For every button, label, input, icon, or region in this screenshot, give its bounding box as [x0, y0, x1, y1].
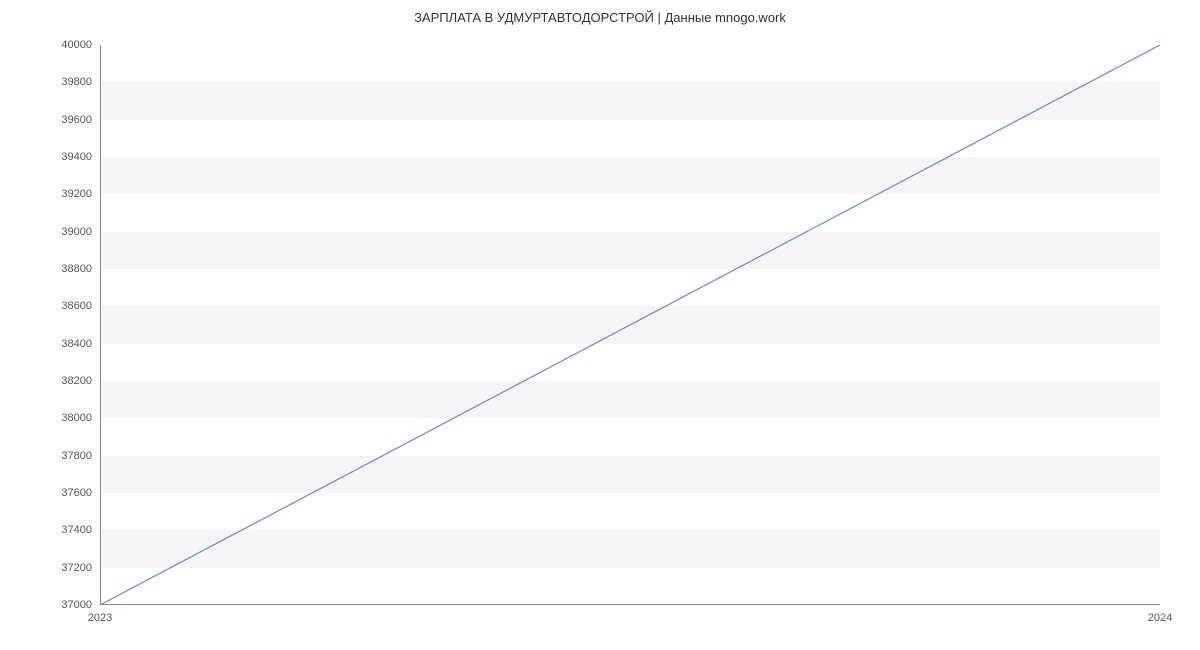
y-tick-label: 39800	[32, 76, 92, 88]
y-tick-label: 37800	[32, 450, 92, 462]
y-tick-label: 38000	[32, 412, 92, 424]
x-tick-label: 2023	[88, 612, 112, 624]
y-tick-label: 39600	[32, 114, 92, 126]
y-tick-label: 38800	[32, 263, 92, 275]
y-tick-label: 37400	[32, 524, 92, 536]
y-tick-label: 40000	[32, 39, 92, 51]
y-tick-label: 37600	[32, 487, 92, 499]
y-tick-label: 37200	[32, 562, 92, 574]
series-line	[100, 45, 1160, 605]
chart-line-layer	[100, 45, 1160, 605]
y-tick-label: 38200	[32, 375, 92, 387]
y-tick-label: 39400	[32, 151, 92, 163]
y-tick-label: 37000	[32, 599, 92, 611]
y-tick-label: 39000	[32, 226, 92, 238]
y-tick-label: 38600	[32, 300, 92, 312]
chart-title: ЗАРПЛАТА В УДМУРТАВТОДОРСТРОЙ | Данные m…	[0, 10, 1200, 25]
x-tick-label: 2024	[1148, 612, 1172, 624]
y-tick-label: 38400	[32, 338, 92, 350]
y-tick-label: 39200	[32, 188, 92, 200]
